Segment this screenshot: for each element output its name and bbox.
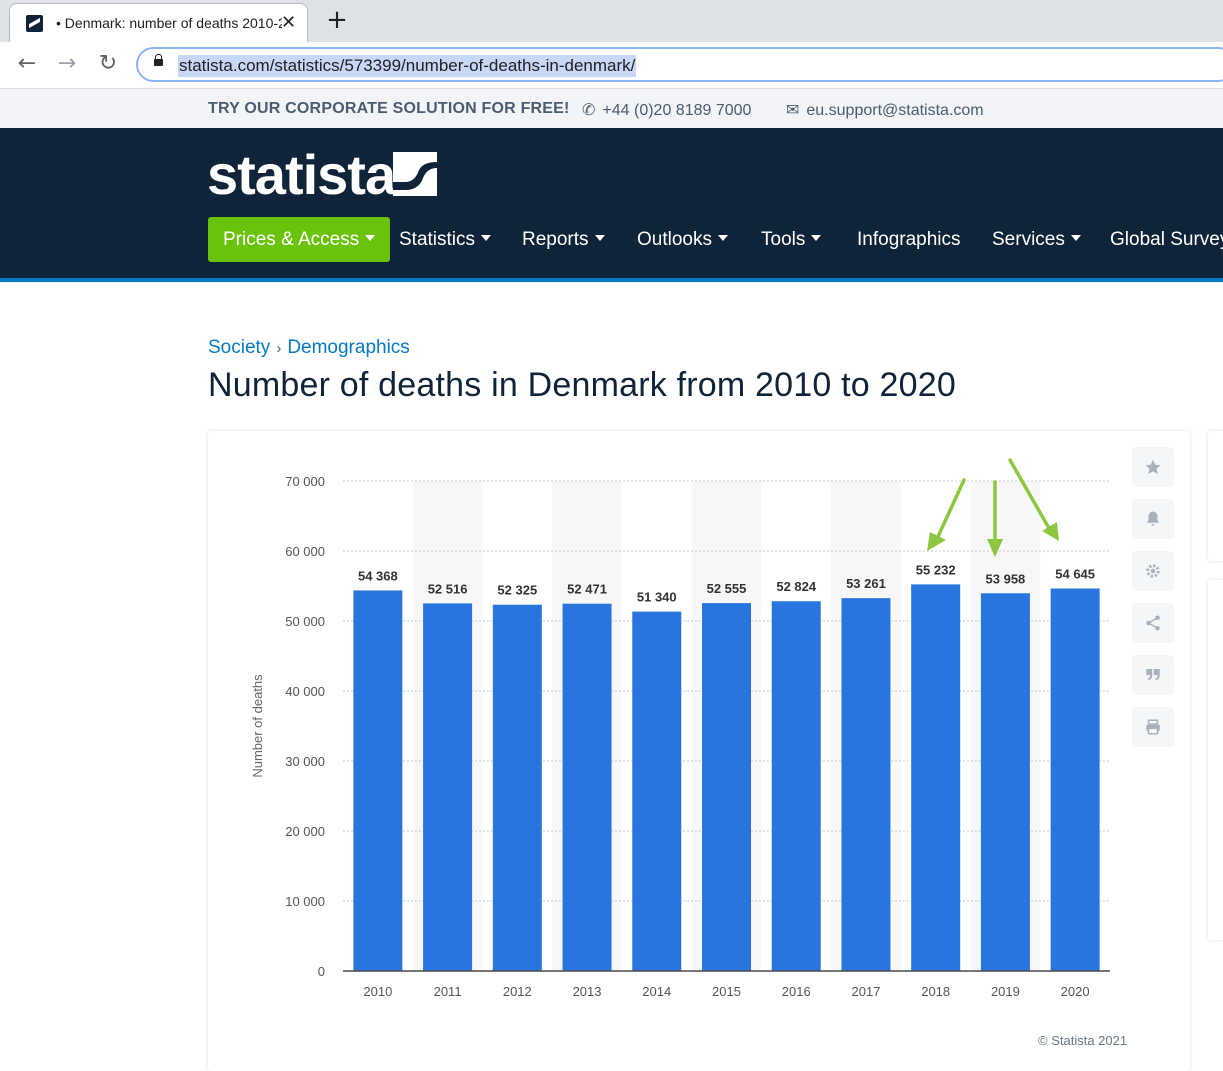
print-icon (1146, 719, 1160, 735)
y-axis-title: Number of deaths (250, 674, 265, 778)
bell-icon (1147, 511, 1159, 526)
y-tick-label: 20 000 (285, 824, 325, 839)
x-tick-label: 2013 (573, 984, 602, 999)
y-tick-label: 60 000 (285, 544, 325, 559)
bar-2016[interactable] (771, 601, 821, 971)
x-tick-label: 2018 (921, 984, 950, 999)
bar-2015[interactable] (702, 603, 751, 971)
bar-2017[interactable] (841, 598, 891, 971)
x-tick-label: 2016 (782, 984, 811, 999)
bar-2014[interactable] (632, 611, 682, 971)
chart-y-labels: 0 10 000 20 000 30 000 40 000 50 000 60 000 70 … (285, 474, 325, 979)
value-label: 52 555 (707, 581, 747, 596)
bar-2012[interactable] (492, 604, 542, 971)
favorite-button[interactable] (1132, 447, 1174, 487)
x-tick-label: 2020 (1061, 984, 1090, 999)
value-label: 53 261 (846, 576, 886, 591)
chart-bars (353, 584, 1100, 971)
bar-2013[interactable] (562, 603, 612, 971)
y-tick-label: 50 000 (285, 614, 325, 629)
x-tick-label: 2014 (642, 984, 671, 999)
value-label: 52 325 (497, 583, 537, 598)
quote-icon (1146, 669, 1160, 681)
chart-x-labels: 2010 2011 2012 2013 2014 2015 2016 2017 2018 2019… (363, 984, 1089, 999)
cite-button[interactable] (1132, 655, 1174, 695)
chart-copyright: © Statista 2021 (1038, 1033, 1128, 1048)
value-label: 55 232 (916, 562, 956, 577)
y-tick-label: 40 000 (285, 684, 325, 699)
bar-2011[interactable] (423, 603, 473, 971)
bar-chart: 54 368 52 516 52 325 52 471 51 340 52 555 52 8… (250, 458, 1110, 999)
value-label: 51 340 (637, 590, 677, 605)
arrow-2018 (934, 478, 966, 543)
y-tick-label: 10 000 (285, 894, 325, 909)
value-label: 52 471 (567, 582, 607, 597)
y-tick-label: 70 000 (285, 474, 325, 489)
share-icon (1146, 615, 1160, 631)
share-button[interactable] (1132, 603, 1174, 643)
bar-2018[interactable] (911, 584, 961, 971)
x-tick-label: 2017 (851, 984, 880, 999)
bar-2010[interactable] (353, 590, 403, 971)
print-button[interactable] (1132, 707, 1174, 747)
value-label: 53 958 (986, 571, 1026, 586)
x-tick-label: 2012 (503, 984, 532, 999)
x-tick-label: 2019 (991, 984, 1020, 999)
arrow-2020-head (1042, 522, 1059, 541)
star-icon (1145, 459, 1161, 475)
x-tick-label: 2011 (434, 984, 462, 999)
value-label: 52 824 (776, 579, 817, 594)
bar-2020[interactable] (1050, 588, 1100, 971)
y-tick-label: 30 000 (285, 754, 325, 769)
value-label: 54 645 (1055, 566, 1095, 581)
x-tick-label: 2015 (712, 984, 741, 999)
arrow-2018-head (927, 532, 946, 551)
bar-2019[interactable] (980, 593, 1030, 971)
x-tick-label: 2010 (363, 984, 392, 999)
y-tick-label: 0 (318, 964, 325, 979)
settings-button[interactable] (1132, 551, 1174, 591)
value-label: 54 368 (358, 568, 398, 583)
gear-icon (1146, 564, 1160, 578)
notification-button[interactable] (1132, 499, 1174, 539)
value-label: 52 516 (428, 581, 468, 596)
